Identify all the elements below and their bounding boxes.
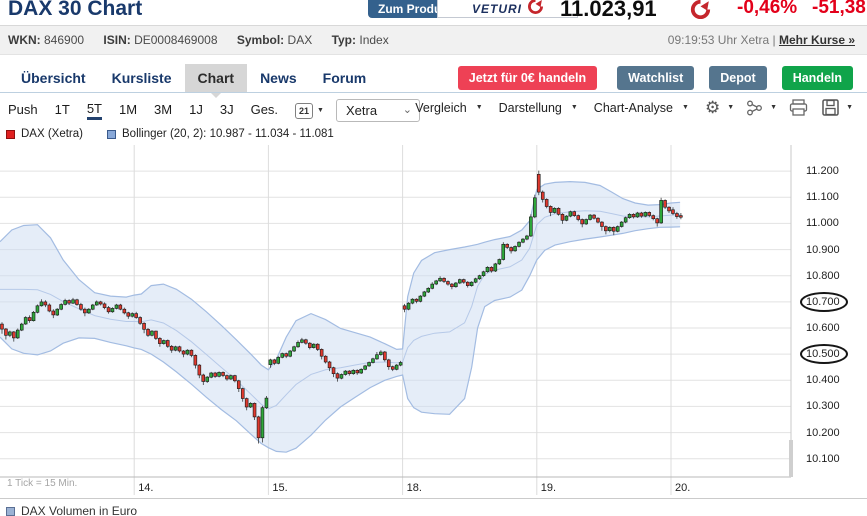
wkn-value: 846900	[44, 33, 84, 47]
calendar-dropdown-arrow[interactable]: ▼	[317, 107, 324, 114]
save-icon[interactable]	[822, 99, 839, 116]
volume-pane-divider	[0, 498, 867, 499]
vergleich-menu[interactable]: Vergleich	[415, 101, 466, 115]
price-level-annotation-circle	[800, 292, 848, 312]
depot-button[interactable]: Depot	[709, 66, 766, 90]
settings-gear-icon[interactable]: ⚙	[705, 99, 720, 116]
chevron-down-icon: ⌄	[403, 100, 412, 121]
quote-timestamp: 09:19:53 Uhr Xetra |	[668, 33, 776, 47]
tick-interval-note: 1 Tick = 15 Min.	[7, 478, 77, 489]
instrument-identifiers: WKN: 846900 ISIN: DE0008469008 Symbol: D…	[8, 26, 389, 55]
volume-series-label: DAX Volumen in Euro	[21, 504, 137, 516]
chart-legend: DAX (Xetra) Bollinger (20, 2): 10.987 - …	[6, 128, 358, 140]
y-axis-label: 11.000	[806, 217, 839, 229]
page-title: DAX 30 Chart	[8, 0, 142, 21]
y-axis-label: 10.300	[806, 400, 840, 412]
period-1t[interactable]: 1T	[55, 102, 70, 120]
watchlist-button[interactable]: Watchlist	[617, 66, 694, 90]
last-price: 11.023,91	[560, 0, 657, 22]
darstellung-menu[interactable]: Darstellung	[499, 101, 562, 115]
symbol-label: Symbol:	[237, 33, 284, 47]
period-push[interactable]: Push	[8, 102, 38, 120]
dax-series-label: DAX (Xetra)	[21, 128, 83, 140]
volume-legend: DAX Volumen in Euro	[6, 504, 137, 516]
broker-logo-text: VETURI	[472, 2, 522, 16]
period-3m[interactable]: 3M	[154, 102, 172, 120]
isin-label: ISIN:	[103, 33, 130, 47]
typ-value: Index	[359, 33, 388, 47]
tab-kursliste[interactable]: Kursliste	[99, 64, 185, 92]
bollinger-series-label: Bollinger (20, 2): 10.987 - 11.034 - 11.…	[122, 128, 334, 140]
period-ges[interactable]: Ges.	[251, 102, 278, 120]
x-axis-label: 20.	[675, 482, 690, 494]
y-axis-label: 10.900	[806, 244, 840, 256]
chart-scroll-handle[interactable]	[789, 440, 793, 477]
refresh-quote-icon[interactable]	[690, 0, 711, 24]
exchange-select[interactable]: Xetra ⌄	[336, 99, 420, 122]
trade-for-free-button[interactable]: Jetzt für 0€ handeln	[458, 66, 597, 90]
broker-logo-banner[interactable]: VETURI	[437, 0, 578, 18]
more-quotes-link[interactable]: Mehr Kurse »	[779, 33, 855, 47]
tab-uebersicht[interactable]: Übersicht	[8, 64, 99, 92]
dax-series-swatch	[6, 130, 15, 139]
y-axis-label: 10.600	[806, 322, 840, 334]
y-axis-label: 10.200	[806, 427, 840, 439]
print-icon[interactable]	[789, 99, 808, 116]
typ-label: Typ:	[332, 33, 356, 47]
y-axis-label: 11.100	[806, 191, 839, 203]
action-buttons: Jetzt für 0€ handeln Watchlist Depot Han…	[458, 66, 853, 90]
period-1j[interactable]: 1J	[189, 102, 203, 120]
y-axis-label: 10.100	[806, 453, 840, 465]
x-axis-label: 18.	[407, 482, 422, 494]
tab-chart[interactable]: Chart	[185, 64, 248, 92]
chart-period-toolbar: Push 1T 5T 1M 3M 1J 3J Ges. 21 ▼ Xetra ⌄	[8, 99, 420, 122]
bollinger-series-swatch	[107, 130, 116, 139]
chart-plot[interactable]	[0, 145, 792, 498]
chart-tools-toolbar: Vergleich▼ Darstellung▼ Chart-Analyse▼ ⚙…	[415, 99, 853, 116]
change-absolute: -51,38	[812, 0, 866, 19]
broker-refresh-icon	[528, 0, 543, 19]
y-axis-label: 11.200	[806, 165, 839, 177]
y-axis-label: 10.800	[806, 270, 840, 282]
tabs-divider	[0, 92, 867, 93]
quote-timestamp-area: 09:19:53 Uhr Xetra | Mehr Kurse »	[668, 26, 855, 55]
instrument-info-bar: WKN: 846900 ISIN: DE0008469008 Symbol: D…	[0, 26, 867, 55]
wkn-label: WKN:	[8, 33, 41, 47]
symbol-value: DAX	[288, 33, 313, 47]
tab-news[interactable]: News	[247, 64, 310, 92]
section-tabs: Übersicht Kursliste Chart News Forum	[8, 64, 379, 92]
dax-chart-page: DAX 30 Chart Zum Produkt VETURI 11.023,9…	[0, 0, 867, 516]
handeln-button[interactable]: Handeln	[782, 66, 853, 90]
isin-value: DE0008469008	[134, 33, 217, 47]
volume-series-swatch	[6, 507, 15, 516]
x-axis-label: 15.	[272, 482, 287, 494]
tab-forum[interactable]: Forum	[310, 64, 380, 92]
y-axis-label: 10.400	[806, 374, 840, 386]
share-icon[interactable]	[746, 100, 763, 116]
exchange-selected-value: Xetra	[346, 103, 377, 118]
period-3j[interactable]: 3J	[220, 102, 234, 120]
period-1m[interactable]: 1M	[119, 102, 137, 120]
legend-bollinger: Bollinger (20, 2): 10.987 - 11.034 - 11.…	[107, 128, 334, 140]
calendar-icon[interactable]: 21	[295, 103, 313, 119]
chart-analyse-menu[interactable]: Chart-Analyse	[594, 101, 673, 115]
price-level-annotation-circle	[800, 344, 848, 364]
period-5t[interactable]: 5T	[87, 101, 102, 120]
x-axis-label: 19.	[541, 482, 556, 494]
legend-dax: DAX (Xetra)	[6, 128, 83, 140]
candlestick-chart[interactable]: 11.20011.10011.00010.90010.80010.70010.6…	[0, 145, 867, 516]
change-percent: -0,46%	[737, 0, 797, 19]
x-axis-label: 14.	[138, 482, 153, 494]
